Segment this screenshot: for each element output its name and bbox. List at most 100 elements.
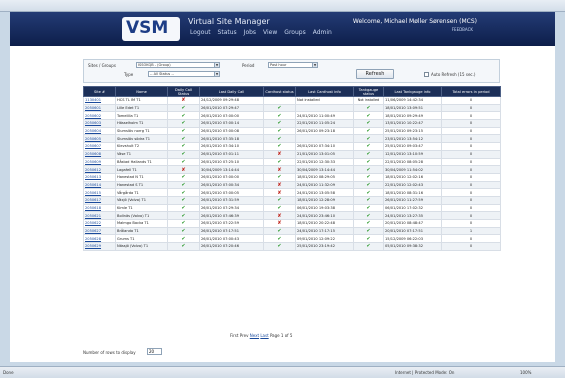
nav-view[interactable]: View <box>263 29 277 36</box>
site-link[interactable]: 2050621 <box>83 211 116 220</box>
site-link[interactable]: 2050629 <box>83 242 116 251</box>
table-row: 2050603 Hässelholm T1 ✔ 26/01/2010 07:00:14… <box>83 119 501 128</box>
check-icon: ✔ <box>181 228 186 235</box>
table-row: 2050607 Klevshult T2 ✔ 26/01/2010 07:34:10 ✔… <box>83 142 501 151</box>
tankgauge-status-icon: ✔ <box>353 203 384 213</box>
last-cardhost-info: 26/01/2010 07:34:10 <box>295 142 354 151</box>
app-title: Virtual Site Manager <box>188 17 270 26</box>
daily-status-icon: ✔ <box>167 219 200 228</box>
check-icon: ✔ <box>181 151 186 158</box>
col-name-header[interactable]: Name <box>115 86 168 97</box>
sites-select[interactable]: ISSOKQB - (Group) ▼ <box>136 62 220 68</box>
auto-refresh-label: Auto Refresh (15 sec.) <box>431 72 476 77</box>
check-icon: ✔ <box>277 105 282 112</box>
col-total-errors-header[interactable]: Total errors in period <box>441 86 501 97</box>
daily-status-icon: ✔ <box>167 203 200 213</box>
check-icon: ✔ <box>366 128 371 135</box>
last-daily-call: 26/01/2010 07:25:10 <box>199 157 264 167</box>
zoom-level[interactable]: 100% <box>520 370 531 375</box>
col-daily-status-header[interactable]: Daily Call Status <box>167 86 200 97</box>
total-errors: 1 <box>441 226 501 236</box>
site-name: Tomelilla T1 <box>115 111 168 121</box>
pager-next[interactable]: Next <box>250 333 259 338</box>
refresh-button[interactable]: Refresh <box>356 69 394 79</box>
table-row: 2050622 Malmgo Backa T1 ✔ 26/01/2010 07:22:… <box>83 219 501 228</box>
table-row: 2050602 Tomelilla T1 ✔ 26/01/2010 07:00:00 ✔… <box>83 111 501 121</box>
site-link[interactable]: 2050605 <box>83 134 116 144</box>
col-last-tankgauge-header[interactable]: Last Tankgauge info <box>383 86 442 97</box>
total-errors: 0 <box>441 119 501 128</box>
daily-status-icon: ✔ <box>167 226 200 236</box>
site-link[interactable]: 2050614 <box>83 180 116 190</box>
sites-select-value: ISSOKQB - (Group) <box>138 63 171 67</box>
site-name: Slumslöv södra T1 <box>115 134 168 144</box>
table-row: 2050605 Slumslöv södra T1 ✔ 26/01/2010 07:3… <box>83 134 501 144</box>
last-daily-call: 26/01/2010 07:01:11 <box>199 149 264 159</box>
check-icon: ✔ <box>181 181 186 188</box>
site-link[interactable]: 2050603 <box>83 119 116 128</box>
check-icon: ✔ <box>277 197 282 204</box>
nav-groups[interactable]: Groups <box>284 29 305 36</box>
type-select[interactable]: -- All Status -- ▼ <box>148 71 220 77</box>
pager-prev[interactable]: Prev <box>240 333 249 338</box>
site-link[interactable]: 2050602 <box>83 111 116 121</box>
table-row: 2050614 Hanestad S T1 ✔ 26/01/2010 07:00:34… <box>83 180 501 190</box>
daily-status-icon: ✔ <box>167 172 200 182</box>
site-link[interactable]: 2050618 <box>83 203 116 213</box>
site-link[interactable]: 2050617 <box>83 195 116 205</box>
auto-refresh-checkbox[interactable] <box>424 72 429 77</box>
check-icon: ✔ <box>277 143 282 150</box>
last-cardhost-info: 22/01/2010 12:30:33 <box>295 157 354 167</box>
last-tankgauge-info: 13/01/2010 10:22:47 <box>383 119 442 128</box>
cardhost-status-icon: ✔ <box>263 111 296 121</box>
rows-display-label: Number of rows to display <box>83 350 136 355</box>
col-site-header[interactable]: Site # <box>83 86 116 97</box>
site-link[interactable]: 2050615 <box>83 188 116 197</box>
last-tankgauge-info: 12/01/2010 13:10:59 <box>383 149 442 159</box>
site-link[interactable]: 2050622 <box>83 219 116 228</box>
last-cardhost-info: 24/01/2010 11:00:49 <box>295 111 354 121</box>
site-link[interactable]: 2050608 <box>83 149 116 159</box>
tankgauge-status-icon: ✔ <box>353 234 384 244</box>
cross-icon: ✘ <box>181 97 186 104</box>
nav-logout[interactable]: Logout <box>190 29 211 36</box>
nav-status[interactable]: Status <box>218 29 237 36</box>
col-cardhost-status-header[interactable]: Cardhost status <box>263 86 296 97</box>
check-icon: ✔ <box>181 120 186 127</box>
period-select[interactable]: Past hour ▼ <box>268 62 318 68</box>
site-link[interactable]: 2050604 <box>83 126 116 136</box>
last-cardhost-info: 06/01/2010 19:03:38 <box>295 203 354 213</box>
nav-jobs[interactable]: Jobs <box>244 29 256 36</box>
daily-status-icon: ✘ <box>167 165 200 174</box>
rows-display-select[interactable]: 20 <box>147 348 162 355</box>
site-link[interactable]: 2050607 <box>83 142 116 151</box>
site-name: Brålanda T1 <box>115 226 168 236</box>
site-link[interactable]: 1130401 <box>83 96 116 105</box>
check-icon: ✔ <box>277 204 282 211</box>
site-link[interactable]: 2050609 <box>83 157 116 167</box>
pager-last[interactable]: Last <box>260 333 268 338</box>
col-tankgauge-status-header[interactable]: Tankgauge status <box>353 86 384 97</box>
last-cardhost-info: 26/01/2010 09:23:18 <box>295 126 354 136</box>
site-link[interactable]: 2050628 <box>83 234 116 244</box>
last-daily-call: 26/01/2010 07:20:46 <box>199 242 264 251</box>
tankgauge-status-icon: ✔ <box>353 103 384 113</box>
col-last-cardhost-header[interactable]: Last Cardhost info <box>295 86 354 97</box>
table-row: 2050612 Lagafell T1 ✘ 30/04/2009 13:14:44 ✘ 3… <box>83 165 501 174</box>
pager-first[interactable]: First <box>230 333 238 338</box>
last-tankgauge-info: 18/01/2010 08:31:16 <box>383 188 442 197</box>
col-last-daily-header[interactable]: Last Daily Call <box>199 86 264 97</box>
site-link[interactable]: 2050613 <box>83 172 116 182</box>
site-link[interactable]: 2050612 <box>83 165 116 174</box>
cardhost-status-icon: ✘ <box>263 165 296 174</box>
daily-status-icon: ✔ <box>167 188 200 197</box>
check-icon: ✔ <box>181 235 186 242</box>
table-row: 2050627 Brålanda T1 ✔ 26/01/2010 07:17:51 ✔ 2… <box>83 226 501 236</box>
check-icon: ✔ <box>277 243 282 250</box>
table-row: 2050621 Bollnäs (Volvo) T1 ✔ 26/01/2010 07:… <box>83 211 501 220</box>
nav-admin[interactable]: Admin <box>313 29 332 36</box>
feedback-link[interactable]: FEEDBACK <box>452 27 473 32</box>
site-link[interactable]: 2050601 <box>83 103 116 113</box>
site-link[interactable]: 2050627 <box>83 226 116 236</box>
cross-icon: ✘ <box>277 151 282 158</box>
